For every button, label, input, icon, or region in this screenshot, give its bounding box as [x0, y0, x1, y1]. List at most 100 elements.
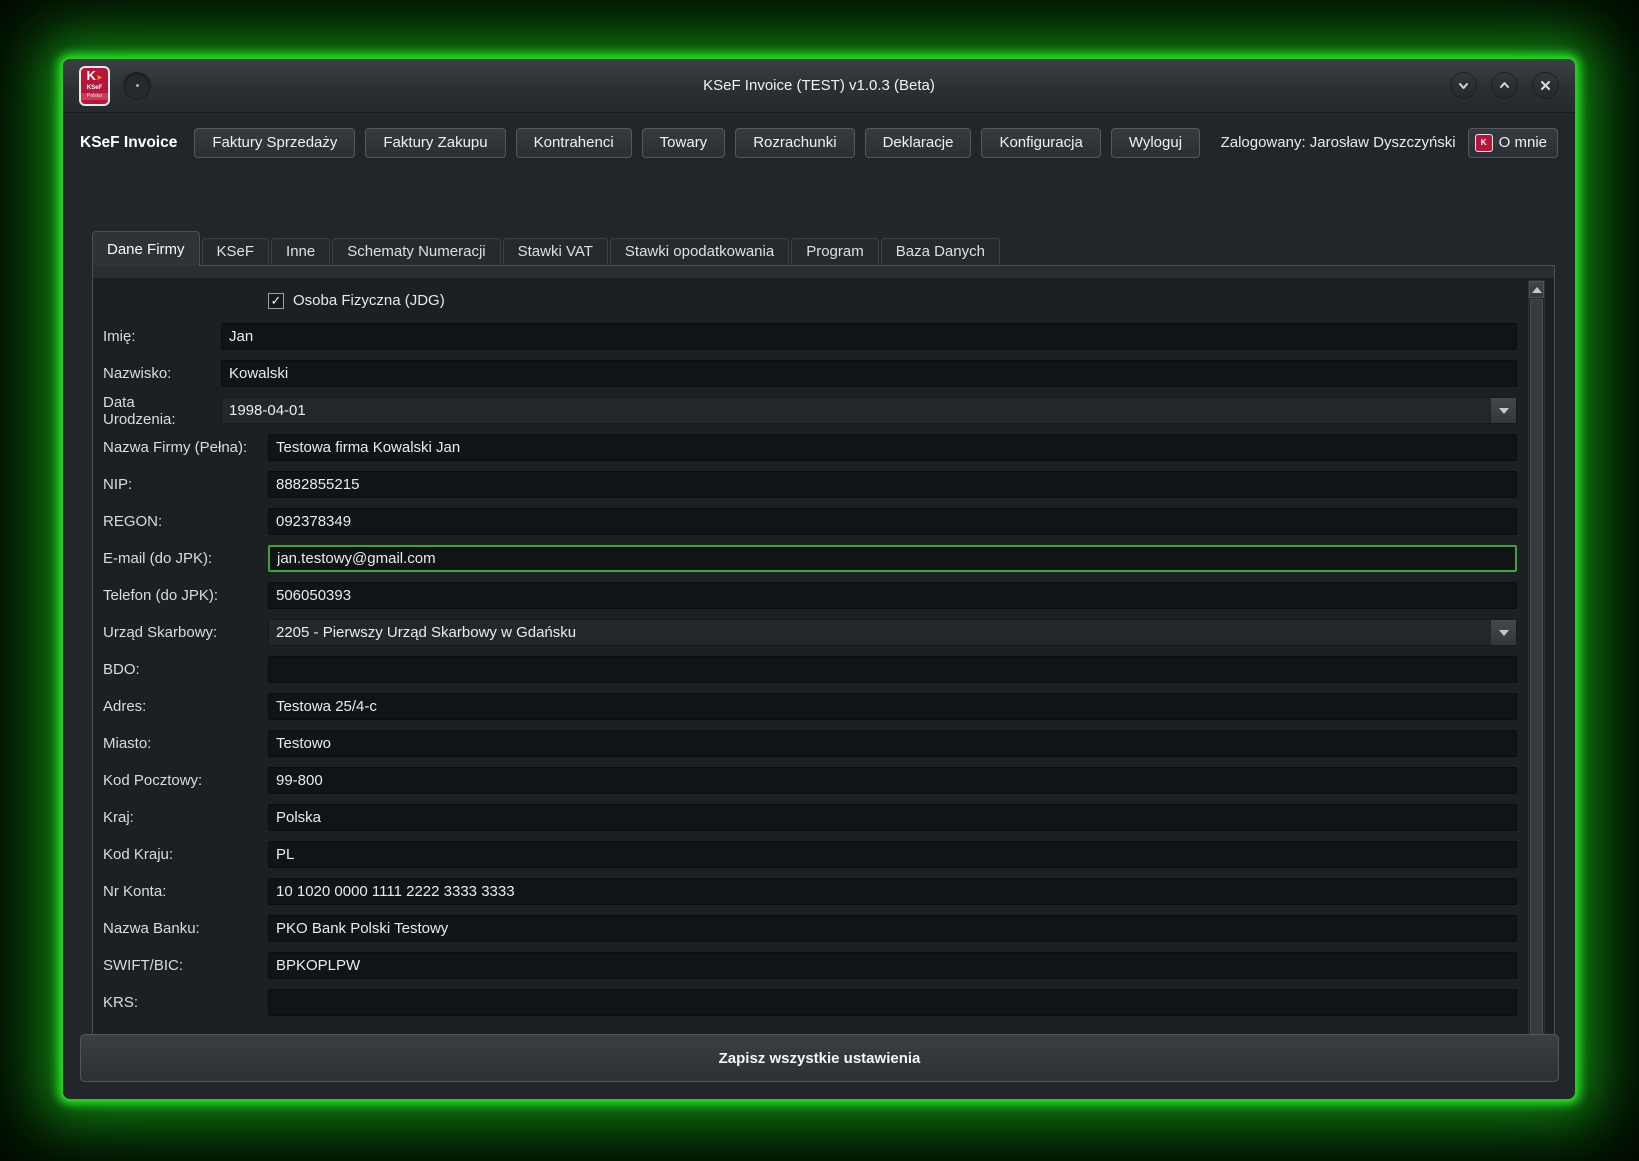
jdg-checkbox[interactable]: ✓ — [268, 293, 284, 309]
field-label: Kod Pocztowy: — [103, 772, 258, 789]
field-label: SWIFT/BIC: — [103, 957, 258, 974]
regon-input[interactable] — [268, 508, 1517, 535]
toolbar-button-towary[interactable]: Towary — [642, 128, 726, 158]
imie-input[interactable] — [221, 323, 1517, 350]
chevron-down-icon — [1499, 408, 1509, 414]
brand-label: KSeF Invoice — [80, 134, 177, 152]
field-row-krs: KRS: — [103, 989, 1517, 1016]
kod-kraju-input[interactable] — [268, 841, 1517, 868]
field-label: BDO: — [103, 661, 258, 678]
field-row-data-urodzenia: Data Urodzenia: 1998-04-01 — [103, 397, 1517, 424]
minimize-button[interactable] — [1450, 72, 1477, 99]
toolbar-button-konfiguracja[interactable]: Konfiguracja — [981, 128, 1100, 158]
email-input[interactable] — [268, 545, 1517, 572]
kod-pocztowy-input[interactable] — [268, 767, 1517, 794]
field-row-email: E-mail (do JPK): — [103, 545, 1517, 572]
about-me-button[interactable]: K O mnie — [1468, 128, 1558, 158]
tab-dane-firmy[interactable]: Dane Firmy — [92, 231, 200, 266]
about-me-label: O mnie — [1499, 134, 1547, 151]
app-window: K➤ KSeF Polska KSeF Invoice (TEST) v1.0.… — [61, 57, 1577, 1101]
field-label: Nazwa Firmy (Pełna): — [103, 439, 258, 456]
form-rows: Imię: Nazwisko: Data Urodzenia: 1998-04-… — [103, 323, 1517, 1016]
field-row-imie: Imię: — [103, 323, 1517, 350]
field-row-telefon: Telefon (do JPK): — [103, 582, 1517, 609]
telefon-input[interactable] — [268, 582, 1517, 609]
field-row-kod-kraju: Kod Kraju: — [103, 841, 1517, 868]
field-row-regon: REGON: — [103, 508, 1517, 535]
field-label: E-mail (do JPK): — [103, 550, 258, 567]
field-row-nazwisko: Nazwisko: — [103, 360, 1517, 387]
ksef-logo-letter: K➤ — [86, 69, 102, 85]
chevron-down-icon — [1457, 79, 1470, 92]
tab-program[interactable]: Program — [791, 238, 879, 266]
close-icon — [1539, 79, 1552, 92]
swift-bic-input[interactable] — [268, 952, 1517, 979]
field-label: NIP: — [103, 476, 258, 493]
triangle-up-icon — [1532, 287, 1542, 293]
combo-dropdown-button[interactable] — [1490, 398, 1516, 423]
field-row-nip: NIP: — [103, 471, 1517, 498]
tab-ksef[interactable]: KSeF — [202, 238, 270, 266]
field-label: Urząd Skarbowy: — [103, 624, 258, 641]
save-all-settings-button[interactable]: Zapisz wszystkie ustawienia — [80, 1034, 1559, 1082]
field-label: Kod Kraju: — [103, 846, 258, 863]
field-label: KRS: — [103, 994, 258, 1011]
tab-schematy-numeracji[interactable]: Schematy Numeracji — [332, 238, 500, 266]
combo-dropdown-button[interactable] — [1490, 620, 1516, 645]
company-data-panel: ✓ Osoba Fizyczna (JDG) Imię: Nazwisko: D… — [92, 265, 1555, 1079]
toolbar-button-wyloguj[interactable]: Wyloguj — [1111, 128, 1200, 158]
combo-value: 1998-04-01 — [229, 402, 306, 419]
maximize-button[interactable] — [1491, 72, 1518, 99]
tab-baza-danych[interactable]: Baza Danych — [881, 238, 1000, 266]
tab-inne[interactable]: Inne — [271, 238, 330, 266]
field-row-adres: Adres: — [103, 693, 1517, 720]
field-row-kod-pocztowy: Kod Pocztowy: — [103, 767, 1517, 794]
toolbar-button-faktury-sprzedazy[interactable]: Faktury Sprzedaży — [194, 128, 355, 158]
adres-input[interactable] — [268, 693, 1517, 720]
toolbar-button-faktury-zakupu[interactable]: Faktury Zakupu — [365, 128, 505, 158]
field-label: Imię: — [103, 328, 211, 345]
toolbar-button-deklaracje[interactable]: Deklaracje — [865, 128, 972, 158]
tab-stawki-opodatkowania[interactable]: Stawki opodatkowania — [610, 238, 789, 266]
window-title: KSeF Invoice (TEST) v1.0.3 (Beta) — [63, 77, 1575, 94]
data-urodzenia-combobox[interactable]: 1998-04-01 — [221, 397, 1517, 424]
field-label: Kraj: — [103, 809, 258, 826]
scrollbar-thumb[interactable] — [1530, 299, 1543, 1044]
screenshot-stage: K➤ KSeF Polska KSeF Invoice (TEST) v1.0.… — [0, 0, 1639, 1161]
nazwisko-input[interactable] — [221, 360, 1517, 387]
tab-stawki-vat[interactable]: Stawki VAT — [503, 238, 608, 266]
field-label: Nr Konta: — [103, 883, 258, 900]
field-label: REGON: — [103, 513, 258, 530]
field-row-miasto: Miasto: — [103, 730, 1517, 757]
field-row-nr-konta: Nr Konta: — [103, 878, 1517, 905]
field-row-urzad-skarbowy: Urząd Skarbowy: 2205 - Pierwszy Urząd Sk… — [103, 619, 1517, 646]
jdg-checkbox-label: Osoba Fizyczna (JDG) — [293, 292, 445, 309]
nazwa-banku-input[interactable] — [268, 915, 1517, 942]
panel-top-strip — [93, 266, 1554, 278]
close-button[interactable] — [1532, 72, 1559, 99]
field-label: Adres: — [103, 698, 258, 715]
bdo-input[interactable] — [268, 656, 1517, 683]
kraj-input[interactable] — [268, 804, 1517, 831]
field-label: Nazwisko: — [103, 365, 211, 382]
field-label: Data Urodzenia: — [103, 394, 211, 428]
field-row-swift-bic: SWIFT/BIC: — [103, 952, 1517, 979]
nr-konta-input[interactable] — [268, 878, 1517, 905]
field-label: Telefon (do JPK): — [103, 587, 258, 604]
combo-value: 2205 - Pierwszy Urząd Skarbowy w Gdańsku — [276, 624, 576, 641]
nazwa-firmy-input[interactable] — [268, 434, 1517, 461]
scrollbar-up-button[interactable] — [1529, 281, 1544, 298]
window-menu-button[interactable] — [123, 72, 151, 100]
ksef-app-icon: K➤ KSeF Polska — [79, 66, 110, 106]
krs-input[interactable] — [268, 989, 1517, 1016]
settings-tab-bar: Dane Firmy KSeF Inne Schematy Numeracji … — [92, 230, 1545, 266]
field-row-nazwa-banku: Nazwa Banku: — [103, 915, 1517, 942]
toolbar-button-kontrahenci[interactable]: Kontrahenci — [516, 128, 632, 158]
vertical-scrollbar[interactable] — [1528, 280, 1545, 1069]
nip-input[interactable] — [268, 471, 1517, 498]
toolbar-button-rozrachunki[interactable]: Rozrachunki — [735, 128, 854, 158]
main-toolbar: KSeF Invoice Faktury Sprzedaży Faktury Z… — [63, 114, 1575, 171]
urzad-skarbowy-combobox[interactable]: 2205 - Pierwszy Urząd Skarbowy w Gdańsku — [268, 619, 1517, 646]
miasto-input[interactable] — [268, 730, 1517, 757]
jdg-checkbox-row: ✓ Osoba Fizyczna (JDG) — [268, 291, 1517, 310]
